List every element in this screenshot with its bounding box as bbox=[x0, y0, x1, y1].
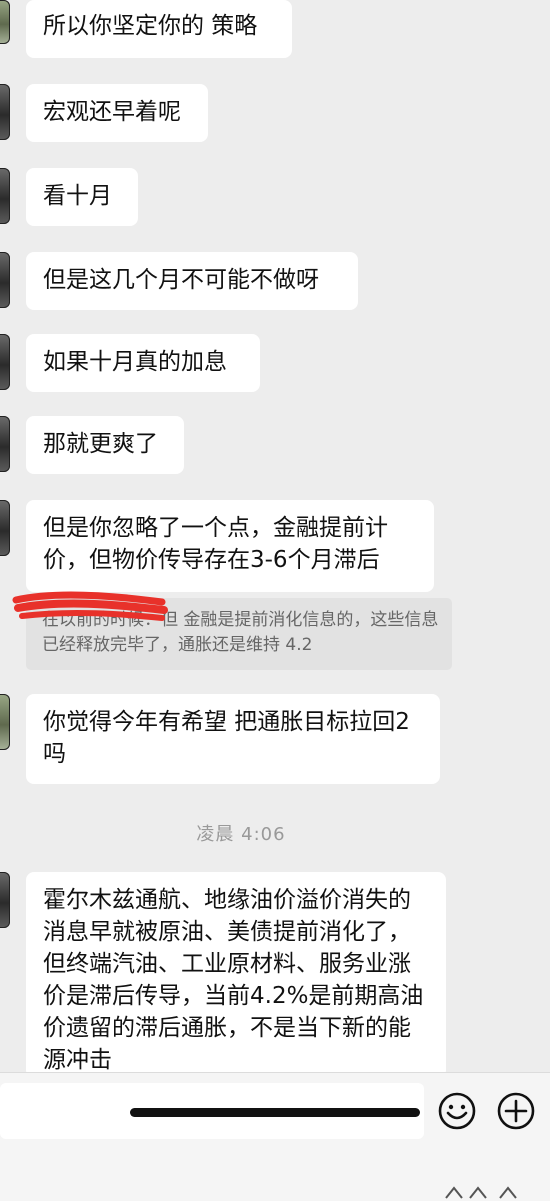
message-bubble[interactable]: 你觉得今年有希望 把通胀目标拉回2吗 bbox=[26, 694, 440, 784]
message-bubble[interactable]: 看十月 bbox=[26, 168, 138, 226]
sender-avatar[interactable] bbox=[0, 252, 10, 308]
message-bubble[interactable]: 但是这几个月不可能不做呀 bbox=[26, 252, 358, 310]
message-bubble[interactable]: 如果十月真的加息 bbox=[26, 334, 260, 392]
message-bubble[interactable]: 但是你忽略了一个点，金融提前计价，但物价传导存在3-6个月滞后 bbox=[26, 500, 434, 592]
sender-avatar[interactable] bbox=[0, 84, 10, 140]
home-indicator[interactable] bbox=[130, 1108, 420, 1117]
sender-avatar[interactable] bbox=[0, 416, 10, 472]
watermark-mark bbox=[445, 1186, 517, 1199]
timestamp: 凌晨 4:06 bbox=[196, 824, 286, 845]
sender-avatar[interactable] bbox=[0, 872, 10, 928]
sender-avatar[interactable] bbox=[0, 168, 10, 224]
message-bubble[interactable]: 宏观还早着呢 bbox=[26, 84, 208, 142]
input-bar bbox=[0, 1072, 550, 1201]
message-bubble[interactable]: 所以你坚定你的 策略 bbox=[26, 0, 292, 58]
sender-avatar[interactable] bbox=[0, 334, 10, 390]
message-bubble[interactable]: 霍尔木兹通航、地缘油价溢价消失的消息早就被原油、美债提前消化了，但终端汽油、工业… bbox=[26, 872, 446, 1072]
message-bubble[interactable]: 那就更爽了 bbox=[26, 416, 184, 474]
sender-avatar[interactable] bbox=[0, 694, 10, 750]
emoji-icon[interactable] bbox=[437, 1091, 477, 1131]
sender-avatar[interactable] bbox=[0, 0, 10, 44]
redaction-scribble bbox=[12, 591, 168, 621]
chat-area[interactable]: 所以你坚定你的 策略 宏观还早着呢 看十月 但是这几个月不可能不做呀 如果十月真… bbox=[0, 0, 550, 1072]
plus-icon[interactable] bbox=[496, 1091, 536, 1131]
sender-avatar[interactable] bbox=[0, 500, 10, 556]
